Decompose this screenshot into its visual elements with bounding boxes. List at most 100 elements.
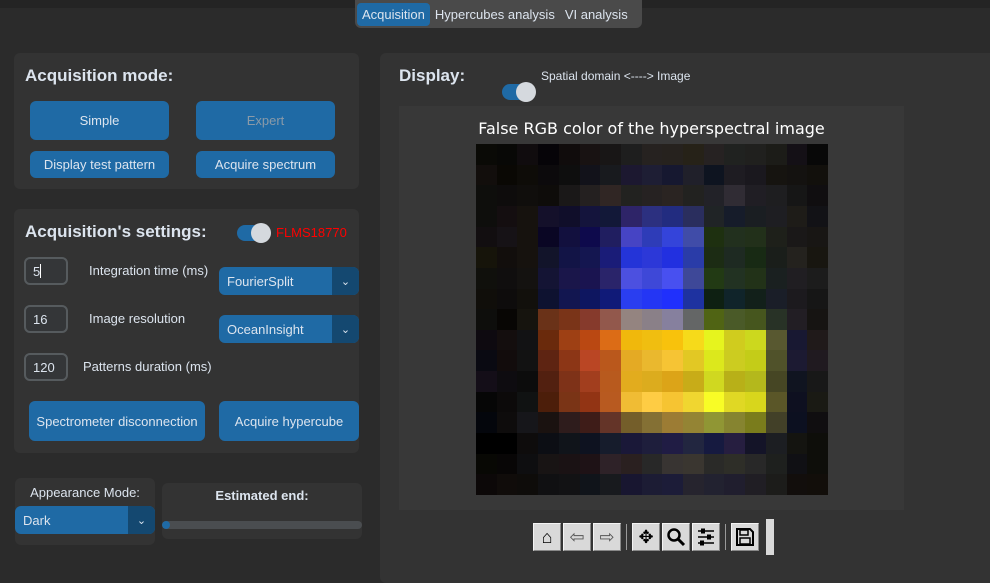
image-pixel bbox=[620, 205, 642, 227]
image-pixel bbox=[662, 185, 684, 206]
acquire-hypercube-button[interactable]: Acquire hypercube bbox=[219, 401, 359, 441]
image-pixel bbox=[538, 309, 559, 330]
image-pixel bbox=[807, 164, 828, 186]
zoom-button[interactable] bbox=[662, 523, 690, 551]
pan-button[interactable]: ✥ bbox=[632, 523, 660, 551]
image-pixel bbox=[558, 288, 580, 310]
image-pixel bbox=[538, 433, 559, 454]
image-pixel bbox=[517, 267, 539, 289]
image-pixel bbox=[600, 309, 621, 330]
toolbar-scrollbar[interactable] bbox=[766, 519, 774, 555]
image-pixel bbox=[476, 412, 497, 434]
image-pixel bbox=[662, 247, 684, 268]
image-pixel bbox=[765, 205, 787, 227]
image-pixel bbox=[662, 350, 684, 372]
display-domain-switch[interactable] bbox=[502, 82, 536, 102]
image-pixel bbox=[683, 350, 704, 372]
image-pixel bbox=[476, 226, 497, 248]
chevron-down-icon: ⌄ bbox=[128, 506, 155, 534]
image-pixel bbox=[786, 453, 808, 475]
image-pixel bbox=[765, 144, 787, 165]
image-pixel bbox=[745, 144, 766, 165]
image-pixel bbox=[745, 309, 766, 330]
image-pixel bbox=[745, 391, 766, 413]
image-pixel bbox=[786, 350, 808, 372]
image-pixel bbox=[558, 350, 580, 372]
image-pixel bbox=[476, 267, 497, 289]
acquire-spectrum-button[interactable]: Acquire spectrum bbox=[196, 151, 335, 178]
simple-button[interactable]: Simple bbox=[30, 101, 169, 140]
spectrometer-switch[interactable] bbox=[237, 223, 271, 243]
image-pixel bbox=[724, 247, 746, 268]
home-button[interactable]: ⌂ bbox=[533, 523, 561, 551]
image-pixel bbox=[786, 247, 808, 268]
image-pixel bbox=[807, 247, 828, 268]
pattern-method-value: FourierSplit bbox=[227, 273, 294, 289]
image-pixel bbox=[786, 474, 808, 495]
image-pixel bbox=[745, 267, 766, 289]
forward-button[interactable]: ⇨ bbox=[593, 523, 621, 551]
image-pixel bbox=[496, 288, 518, 310]
toolbar-separator bbox=[725, 524, 726, 550]
appearance-mode-label: Appearance Mode: bbox=[30, 485, 140, 500]
image-pixel bbox=[662, 391, 684, 413]
configure-button[interactable] bbox=[692, 523, 720, 551]
image-pixel bbox=[745, 247, 766, 268]
image-pixel bbox=[683, 329, 704, 351]
image-pixel bbox=[724, 267, 746, 289]
spectrometer-brand-dropdown[interactable]: OceanInsight ⌄ bbox=[219, 315, 359, 343]
display-test-pattern-button[interactable]: Display test pattern bbox=[30, 151, 169, 178]
image-pixel bbox=[765, 309, 787, 330]
image-pixel bbox=[579, 267, 601, 289]
image-pixel bbox=[683, 433, 704, 454]
image-pixel bbox=[807, 185, 828, 206]
image-pixel bbox=[579, 164, 601, 186]
display-switch-label: Spatial domain <----> Image bbox=[541, 69, 691, 83]
spectrometer-disconnection-button[interactable]: Spectrometer disconnection bbox=[29, 401, 205, 441]
image-pixel bbox=[662, 309, 684, 330]
image-pixel bbox=[662, 267, 684, 289]
back-button[interactable]: ⇦ bbox=[563, 523, 591, 551]
image-pixel bbox=[579, 391, 601, 413]
image-pixel bbox=[703, 391, 725, 413]
image-pixel bbox=[600, 474, 621, 495]
image-pixel bbox=[662, 329, 684, 351]
tab-acquisition[interactable]: Acquisition bbox=[357, 2, 430, 26]
image-pixel bbox=[620, 247, 642, 268]
image-pixel bbox=[517, 391, 539, 413]
integration-time-input[interactable]: 5 bbox=[24, 257, 68, 285]
image-pixel bbox=[703, 288, 725, 310]
image-pixel bbox=[476, 164, 497, 186]
save-button[interactable] bbox=[731, 523, 759, 551]
patterns-duration-input[interactable]: 120 bbox=[24, 353, 68, 381]
acquisition-mode-title: Acquisition mode: bbox=[25, 66, 174, 85]
image-pixel bbox=[745, 288, 766, 310]
image-pixel bbox=[724, 391, 746, 413]
image-pixel bbox=[496, 329, 518, 351]
image-pixel bbox=[558, 433, 580, 454]
image-resolution-input[interactable]: 16 bbox=[24, 305, 68, 333]
image-pixel bbox=[724, 350, 746, 372]
tab-vi-analysis[interactable]: VI analysis bbox=[560, 3, 633, 26]
image-pixel bbox=[579, 185, 601, 206]
pattern-method-dropdown[interactable]: FourierSplit ⌄ bbox=[219, 267, 359, 295]
arrow-left-icon: ⇦ bbox=[569, 526, 585, 547]
image-pixel bbox=[558, 371, 580, 392]
expert-button[interactable]: Expert bbox=[196, 101, 335, 140]
image-pixel bbox=[538, 144, 559, 165]
appearance-mode-dropdown[interactable]: Dark ⌄ bbox=[15, 506, 155, 534]
image-pixel bbox=[807, 309, 828, 330]
image-pixel bbox=[662, 205, 684, 227]
image-pixel bbox=[745, 453, 766, 475]
tab-hypercubes-analysis[interactable]: Hypercubes analysis bbox=[430, 3, 560, 26]
image-resolution-label: Image resolution bbox=[89, 311, 186, 326]
image-pixel bbox=[703, 350, 725, 372]
image-pixel bbox=[579, 453, 601, 475]
image-pixel bbox=[765, 350, 787, 372]
image-pixel bbox=[476, 205, 497, 227]
image-pixel bbox=[579, 371, 601, 392]
image-pixel bbox=[745, 371, 766, 392]
image-pixel bbox=[724, 144, 746, 165]
image-pixel bbox=[807, 412, 828, 434]
image-pixel bbox=[724, 164, 746, 186]
